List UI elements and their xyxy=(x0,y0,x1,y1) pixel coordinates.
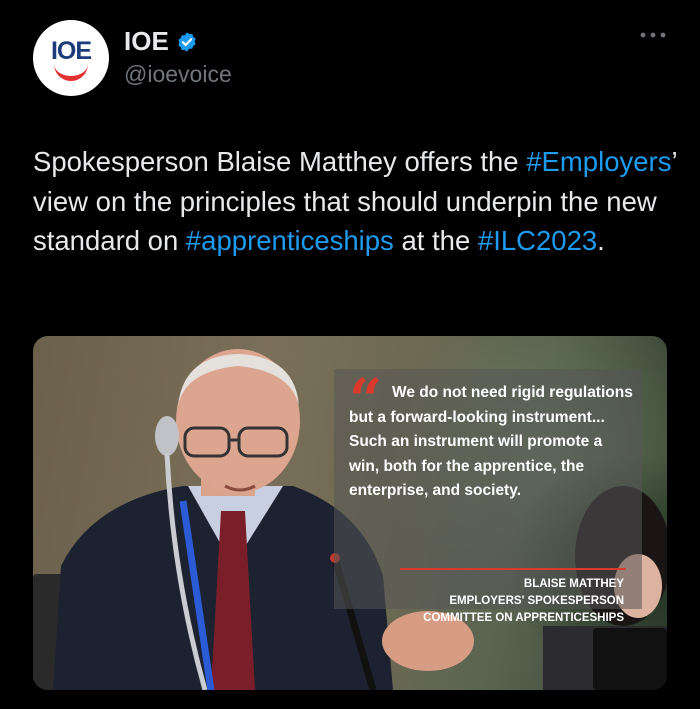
quote-body: We do not need rigid regulations but a f… xyxy=(349,384,633,499)
verified-badge-icon xyxy=(178,31,196,52)
hashtag-link-apprenticeships[interactable]: #apprenticeships xyxy=(186,225,394,256)
attribution-name: BLAISE MATTHEY xyxy=(523,578,624,590)
attribution-committee: COMMITTEE ON APPRENTICESHIPS xyxy=(423,612,624,624)
tweet-media-image[interactable]: “ We do not need rigid regulations but a… xyxy=(33,336,667,690)
avatar-logo-text: IOE xyxy=(50,37,92,65)
avatar-logo-smile xyxy=(54,64,88,81)
tweet-text: Spokesperson Blaise Matthey offers the #… xyxy=(33,142,683,261)
tweet-text-segment: . xyxy=(597,225,605,256)
display-name[interactable]: IOE xyxy=(124,26,169,57)
hashtag-link-ilc2023[interactable]: #ILC2023 xyxy=(478,225,597,256)
quote-attribution: BLAISE MATTHEY EMPLOYERS' SPOKESPERSON C… xyxy=(423,576,624,627)
tweet-text-segment: Spokesperson Blaise Matthey offers the xyxy=(33,146,527,177)
hashtag-link-employers[interactable]: #Employers xyxy=(526,146,671,177)
account-names: IOE @ioevoice xyxy=(124,26,232,88)
attribution-role: EMPLOYERS' SPOKESPERSON xyxy=(449,595,624,607)
quote-overlay: “ We do not need rigid regulations but a… xyxy=(334,369,642,624)
tweet-header: IOE IOE @ioevoice xyxy=(33,20,667,100)
account-handle[interactable]: @ioevoice xyxy=(124,61,232,88)
tweet-text-segment: at the xyxy=(393,225,478,256)
more-options-icon[interactable] xyxy=(639,28,667,42)
quote-text: We do not need rigid regulations but a f… xyxy=(349,381,634,504)
avatar[interactable]: IOE xyxy=(33,20,109,96)
quote-divider xyxy=(400,568,626,570)
